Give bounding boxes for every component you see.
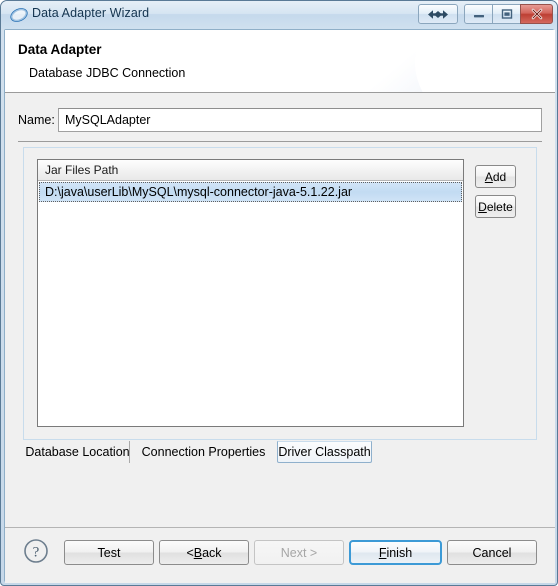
back-label-rest: ack: [202, 545, 222, 560]
name-input[interactable]: [58, 108, 542, 132]
close-icon[interactable]: [520, 4, 553, 24]
back-button[interactable]: < Back: [159, 540, 249, 565]
back-prefix: <: [186, 545, 194, 560]
delete-label-rest: elete: [486, 199, 513, 214]
delete-button[interactable]: Delete: [475, 195, 516, 218]
header-decoration-inner: [415, 30, 555, 92]
back-mnemonic: B: [193, 545, 203, 560]
next-button[interactable]: Next >: [254, 540, 344, 565]
cancel-button[interactable]: Cancel: [447, 540, 537, 565]
finish-mnemonic: F: [378, 545, 387, 560]
minimize-icon[interactable]: [464, 4, 493, 24]
resize-arrows-icon[interactable]: [418, 4, 458, 24]
tab-strip: Database Location Connection Properties …: [23, 441, 537, 463]
jar-files-column-header: Jar Files Path: [38, 160, 463, 181]
minimize-glyph: [465, 5, 492, 23]
list-item[interactable]: D:\java\userLib\MySQL\mysql-connector-ja…: [39, 182, 462, 202]
name-label: Name:: [18, 113, 55, 127]
add-mnemonic: A: [484, 169, 493, 184]
add-button[interactable]: Add: [475, 165, 516, 188]
oval-blue-icon: [10, 6, 28, 24]
jar-files-list[interactable]: Jar Files Path D:\java\userLib\MySQL\mys…: [37, 159, 464, 427]
add-label-rest: dd: [492, 169, 507, 184]
data-adapter-wizard-window: Data Adapter Wizard Data Adapter Databas…: [0, 0, 558, 586]
page-subtitle: Database JDBC Connection: [29, 66, 186, 80]
maximize-icon[interactable]: [492, 4, 521, 24]
delete-mnemonic: D: [478, 199, 487, 214]
tab-database-location[interactable]: Database Location: [25, 441, 130, 463]
title-bar: Data Adapter Wizard: [1, 1, 557, 29]
window-title: Data Adapter Wizard: [32, 6, 150, 20]
close-glyph: [521, 5, 552, 23]
finish-label-rest: inish: [386, 545, 413, 560]
finish-button[interactable]: Finish: [349, 540, 442, 565]
tab-connection-properties[interactable]: Connection Properties: [130, 441, 277, 463]
tab-connection-properties-label: Connection Properties: [141, 445, 266, 459]
page-title: Data Adapter: [18, 42, 102, 57]
svg-text:?: ?: [33, 545, 40, 561]
tab-driver-classpath[interactable]: Driver Classpath: [277, 441, 372, 463]
help-icon[interactable]: ?: [23, 538, 49, 564]
tab-driver-classpath-label: Driver Classpath: [278, 445, 371, 459]
wizard-header-banner: Data Adapter Database JDBC Connection: [5, 30, 555, 93]
maximize-glyph: [493, 5, 520, 23]
name-separator: [18, 141, 542, 142]
tab-database-location-label: Database Location: [25, 445, 130, 459]
resize-glyph: [419, 5, 457, 23]
test-button[interactable]: Test: [64, 540, 154, 565]
